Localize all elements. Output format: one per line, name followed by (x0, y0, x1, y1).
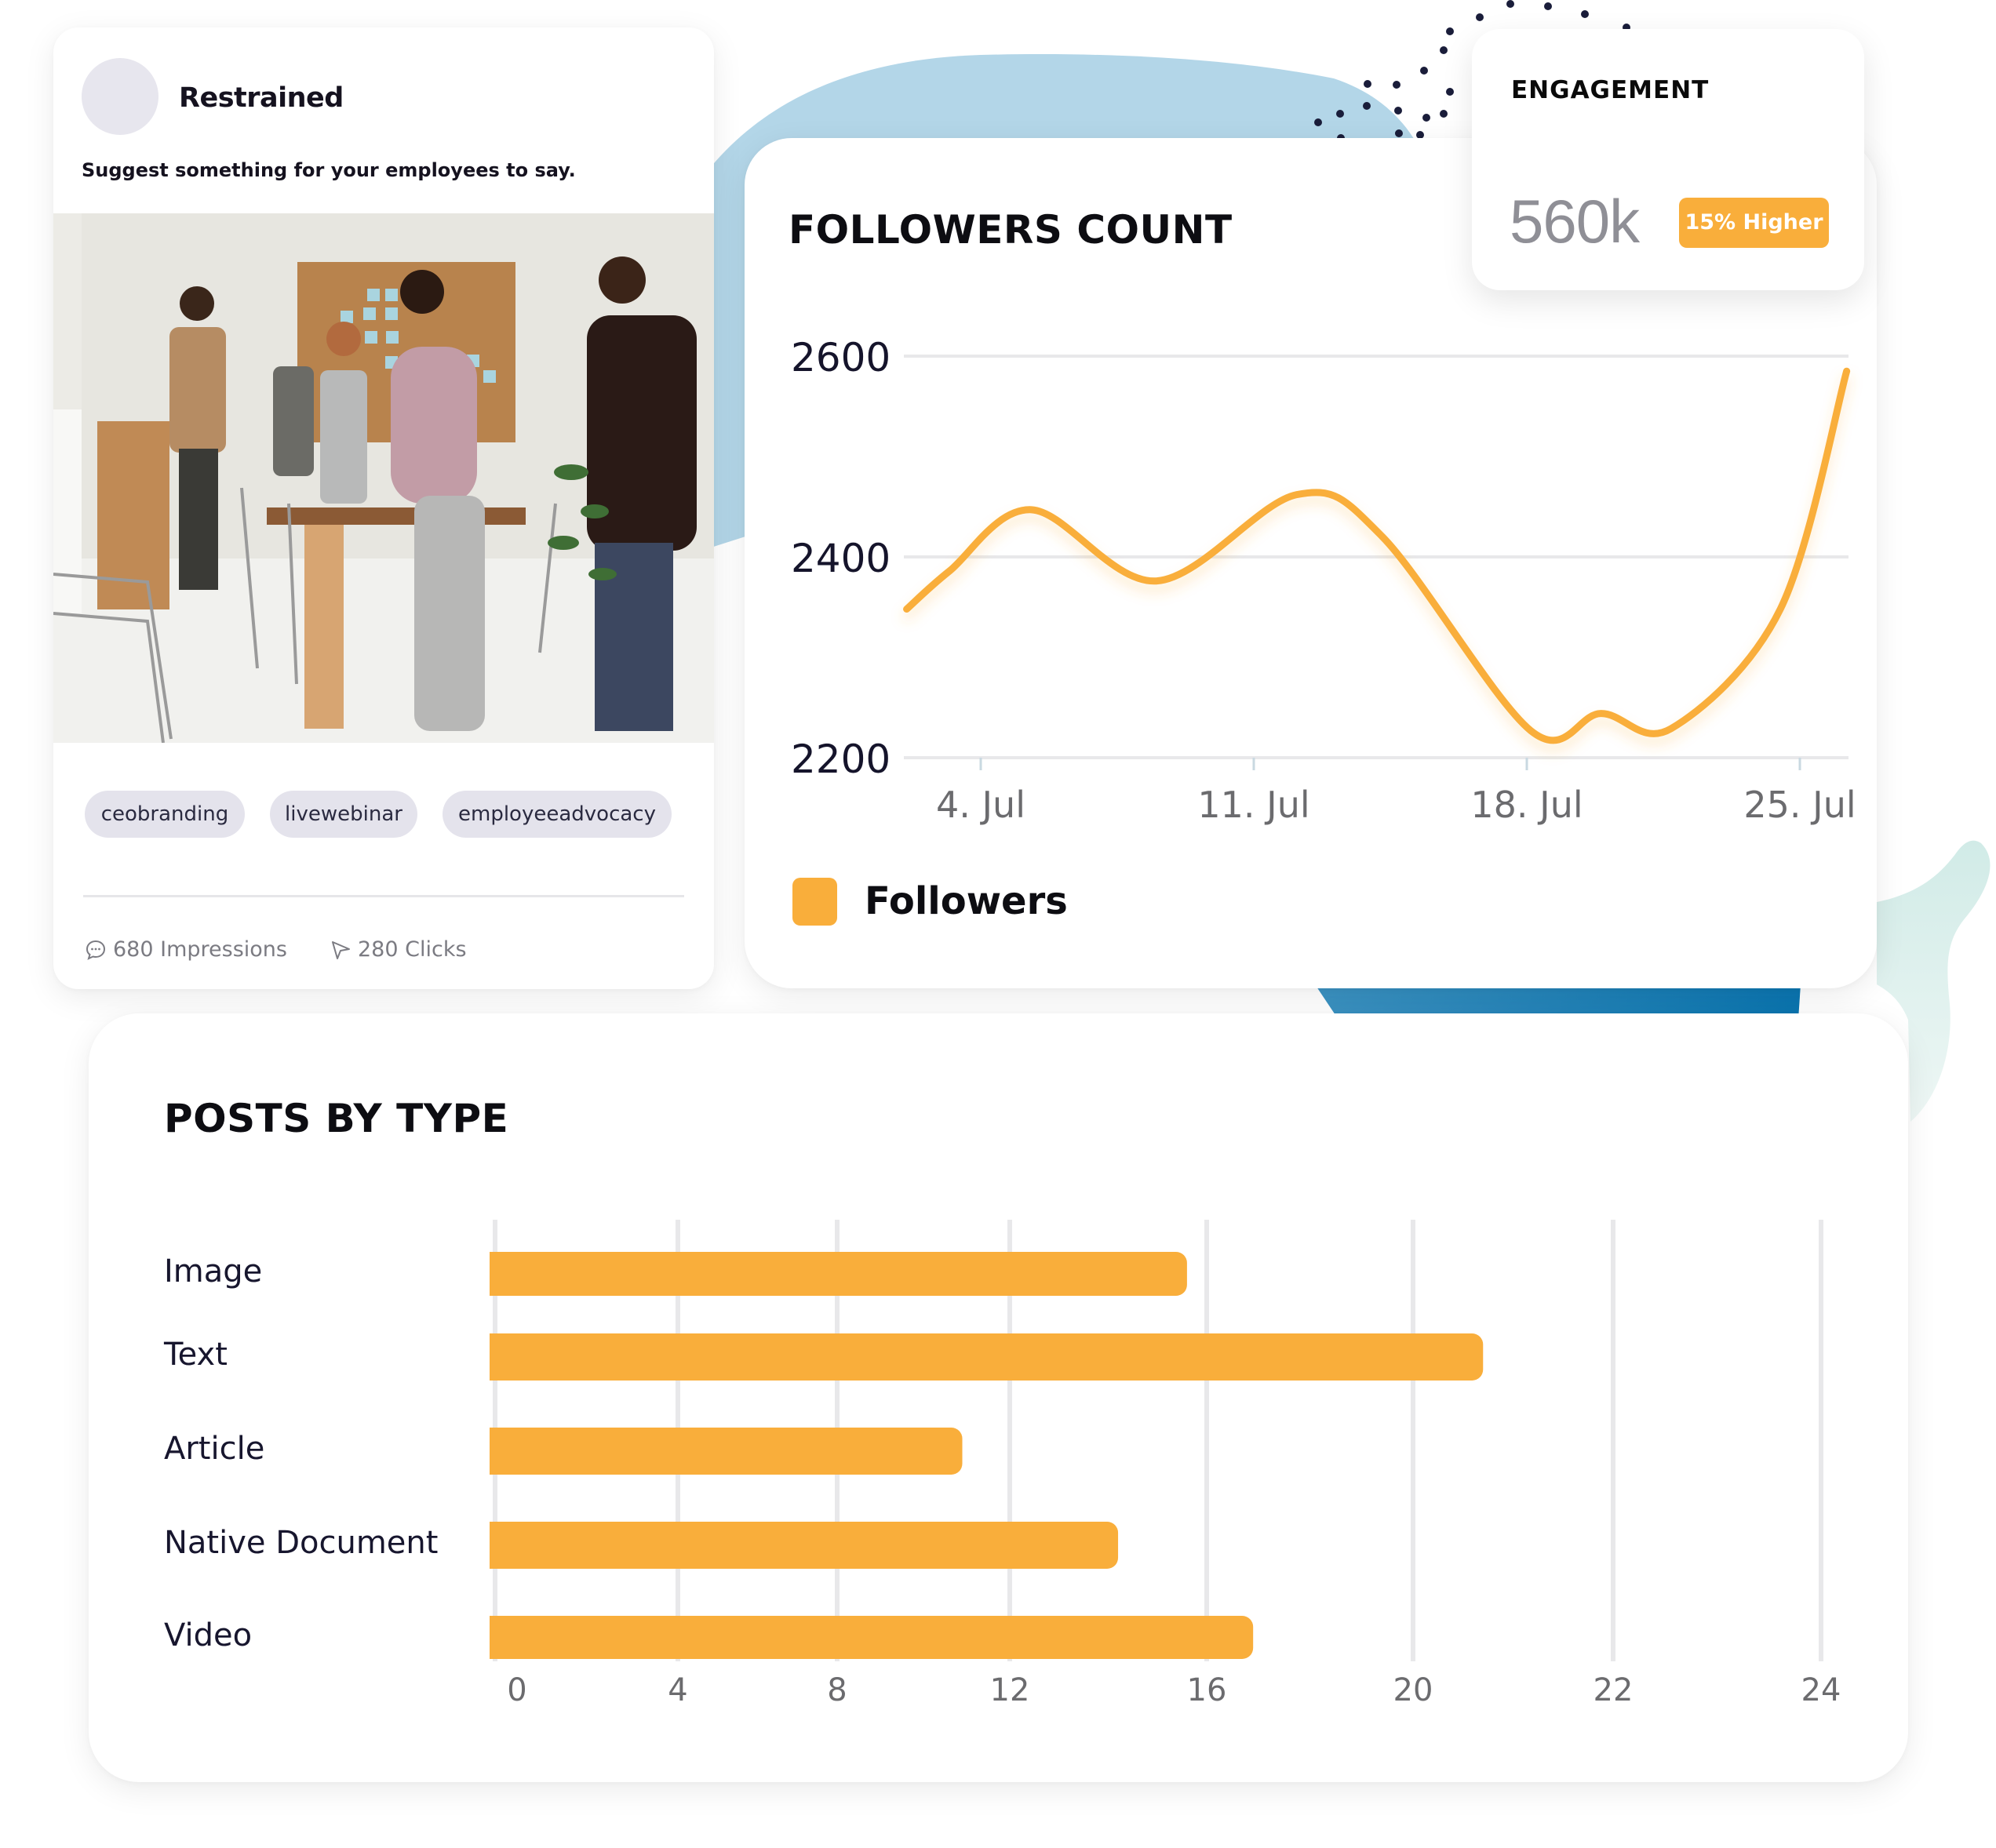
engagement-value: 560k (1510, 187, 1640, 256)
x-tick-label: 0 (507, 1672, 526, 1708)
x-tick-label: 12 (990, 1672, 1030, 1708)
x-tick-label: 16 (1187, 1672, 1227, 1708)
category-label: Text (164, 1337, 228, 1373)
decor-dot (1446, 88, 1454, 96)
post-prompt: Suggest something for your employees to … (82, 159, 576, 181)
x-tick-label: 11. Jul (1197, 784, 1309, 826)
bar-video[interactable] (490, 1616, 1254, 1659)
y-tick-label: 2400 (791, 536, 891, 581)
x-tick-label: 22 (1594, 1672, 1634, 1708)
bar-left-edge (490, 1428, 505, 1475)
clicks-stat: 280 Clicks (330, 937, 467, 962)
decor-dot (1506, 0, 1514, 8)
x-tick-label: 4 (668, 1672, 687, 1708)
engagement-title: ENGAGEMENT (1511, 76, 1710, 104)
category-label: Video (164, 1617, 253, 1653)
y-tick-label: 2600 (791, 335, 891, 380)
decor-dot (1363, 102, 1371, 110)
decor-dot (1581, 10, 1589, 18)
avatar[interactable] (82, 58, 158, 135)
bar-image[interactable] (490, 1252, 1187, 1296)
chat-bubble-icon (86, 940, 106, 960)
clicks-label: 280 Clicks (358, 937, 467, 962)
impressions-label: 680 Impressions (113, 937, 287, 962)
bar-left-edge (490, 1252, 505, 1296)
decor-dot (1420, 67, 1428, 75)
engagement-card: ENGAGEMENT 560k 15% Higher (1472, 29, 1864, 290)
engagement-change-badge: 15% Higher (1679, 198, 1829, 248)
x-tick-label: 24 (1801, 1672, 1841, 1708)
legend-swatch-followers[interactable] (792, 878, 837, 926)
decor-dot (1440, 46, 1448, 54)
tag-chip[interactable]: employeeadvocacy (443, 791, 672, 838)
x-tick-label: 18. Jul (1470, 784, 1583, 826)
legend-label-followers[interactable]: Followers (865, 879, 1068, 923)
divider (83, 895, 684, 897)
cursor-arrow-icon (332, 940, 350, 959)
category-label: Image (164, 1253, 263, 1290)
decor-dot (1440, 110, 1448, 118)
decor-dot (1395, 129, 1403, 137)
decor-dot (1446, 27, 1454, 35)
decor-dot (1336, 110, 1344, 118)
author-name: Restrained (179, 82, 344, 114)
category-label: Native Document (164, 1525, 439, 1561)
category-label: Article (164, 1431, 265, 1467)
bar-native-document[interactable] (490, 1522, 1119, 1569)
bar-left-edge (490, 1333, 505, 1381)
decor-dot (1364, 80, 1371, 88)
bar-left-edge (490, 1616, 505, 1659)
tag-chip[interactable]: livewebinar (270, 791, 417, 838)
decor-dot (1394, 107, 1402, 115)
post-card: Restrained Suggest something for your em… (53, 27, 714, 989)
x-tick-label: 8 (827, 1672, 847, 1708)
posts-by-type-card: POSTS BY TYPE 0 4 8 12 16 20 22 24 Image Text Art… (89, 1013, 1908, 1782)
post-photo[interactable] (53, 213, 714, 743)
posts-bar-chart: 0 4 8 12 16 20 22 24 (490, 1220, 1841, 1708)
x-tick-label: 4. Jul (936, 784, 1025, 826)
impressions-stat: 680 Impressions (85, 937, 287, 962)
decor-dot (1422, 114, 1430, 122)
bar-text[interactable] (490, 1333, 1484, 1381)
bar-left-edge (490, 1522, 505, 1569)
decor-dot (1544, 2, 1552, 10)
x-tick-label: 20 (1393, 1672, 1433, 1708)
bar-article[interactable] (490, 1428, 963, 1475)
decor-dot (1393, 81, 1400, 89)
x-tick-label: 25. Jul (1743, 784, 1856, 826)
y-tick-label: 2200 (791, 737, 891, 782)
decor-dot (1476, 13, 1484, 21)
tag-chip[interactable]: ceobranding (85, 791, 245, 838)
decor-dot (1314, 118, 1322, 126)
